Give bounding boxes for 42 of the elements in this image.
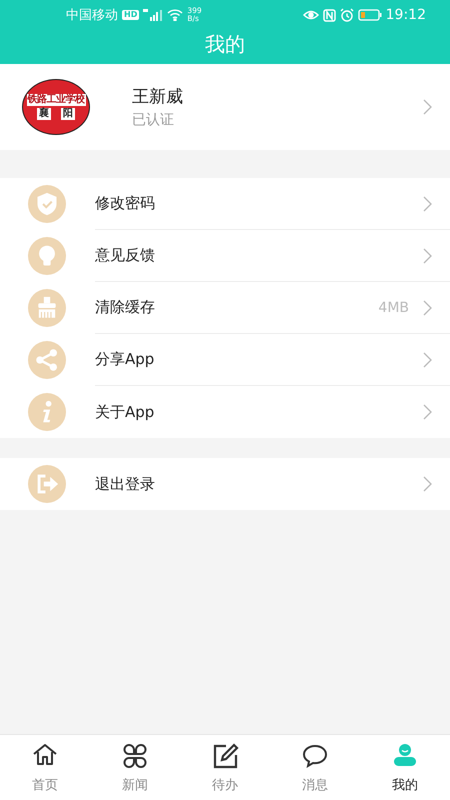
nfc-icon <box>322 8 336 22</box>
logo-city-text: 阳 <box>61 108 75 120</box>
tab-icon <box>121 742 149 770</box>
menu-item-icon <box>28 341 66 379</box>
menu-item-icon <box>28 465 66 503</box>
clock-time: 19:12 <box>386 7 426 23</box>
menu-item[interactable]: 关于App <box>0 386 450 438</box>
tab[interactable]: 消息 <box>270 735 360 800</box>
tab-icon <box>211 742 239 770</box>
logo-school-name: 铁路工业学校 <box>26 94 86 106</box>
battery-icon <box>358 9 382 21</box>
chevron-icon <box>423 300 432 316</box>
menu-item[interactable]: 修改密码 <box>0 178 450 230</box>
signal-icon <box>143 9 164 21</box>
menu-item-icon <box>28 393 66 431</box>
tab[interactable]: 首页 <box>0 735 90 800</box>
chevron-icon <box>423 248 432 264</box>
page-title: 我的 <box>205 32 245 56</box>
menu-item-icon <box>28 185 66 223</box>
menu-item[interactable]: 退出登录 <box>0 458 450 510</box>
tab[interactable]: 我的 <box>360 735 450 800</box>
menu-item-icon <box>28 289 66 327</box>
hd-badge: HD <box>122 10 140 20</box>
carrier-name: 中国移动 <box>66 7 118 24</box>
alarm-icon <box>340 8 354 22</box>
menu-item[interactable]: 清除缓存 4MB <box>0 282 450 334</box>
chevron-icon <box>423 352 432 368</box>
chevron-icon <box>423 404 432 420</box>
menu-item[interactable]: 分享App <box>0 334 450 386</box>
menu-item[interactable]: 意见反馈 <box>0 230 450 282</box>
cache-size: 4MB <box>378 300 409 316</box>
tab[interactable]: 新闻 <box>90 735 180 800</box>
eye-icon <box>302 9 319 21</box>
chevron-icon <box>423 99 432 115</box>
menu-item-icon <box>28 237 66 275</box>
chevron-icon <box>423 476 432 492</box>
chevron-icon <box>423 196 432 212</box>
logo-city-text: 襄 <box>37 108 51 120</box>
wifi-icon <box>167 9 184 21</box>
verification-status: 已认证 <box>132 111 175 129</box>
tab[interactable]: 待办 <box>180 735 270 800</box>
user-name: 王新威 <box>132 86 184 108</box>
